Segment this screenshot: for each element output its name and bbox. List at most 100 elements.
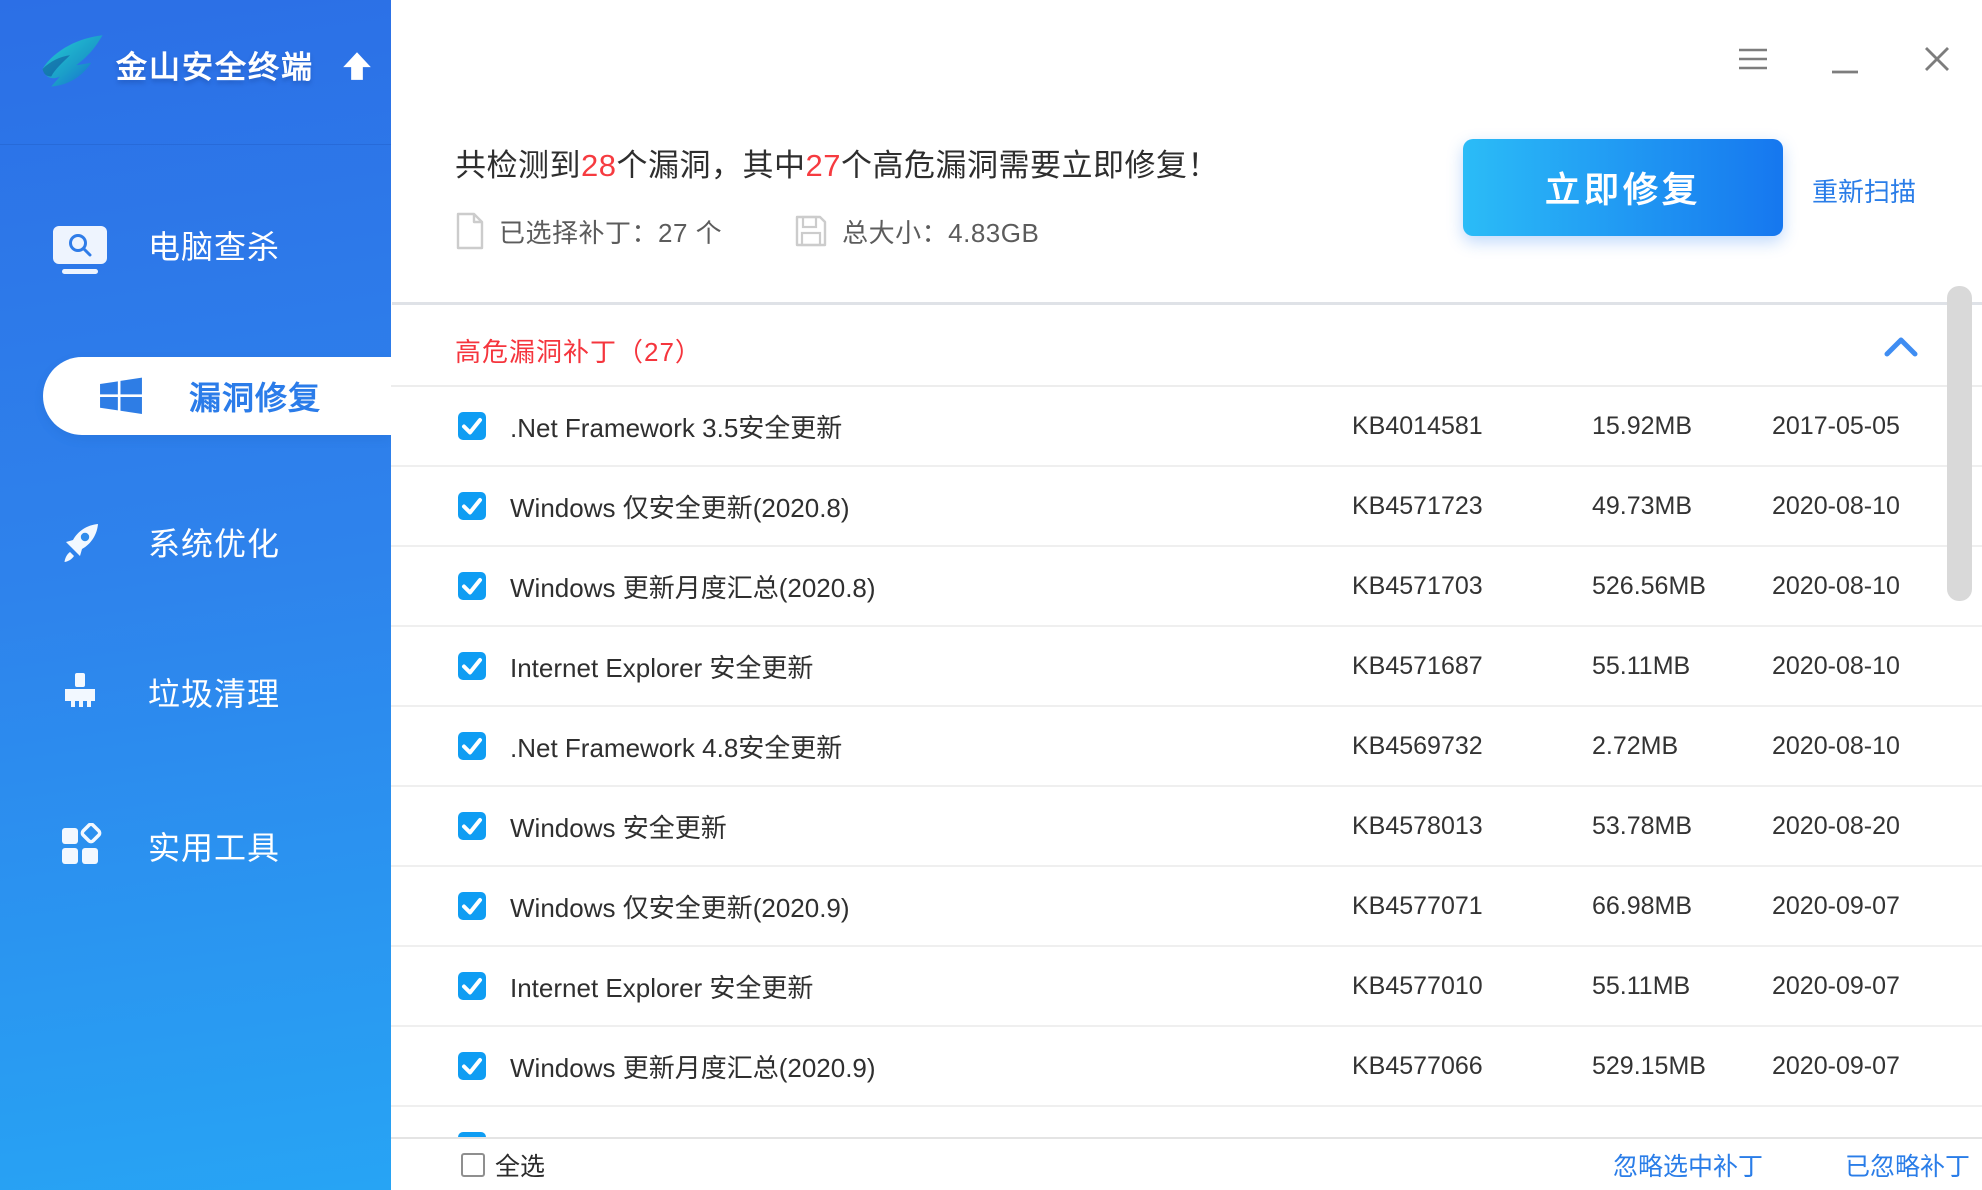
rescan-link[interactable]: 重新扫描 bbox=[1812, 172, 1916, 209]
patch-kb: KB4577066 bbox=[1352, 1052, 1592, 1081]
patch-kb: KB4577071 bbox=[1352, 892, 1592, 921]
window-controls bbox=[1738, 44, 1952, 74]
table-row: .Net Framework 3.5安全更新 KB4014581 15.92MB… bbox=[391, 387, 1982, 467]
sidebar-item-vulnerability-repair[interactable]: 漏洞修复 bbox=[43, 357, 391, 435]
selection-info-row: 已选择补丁：27 个 总大小：4.83GB bbox=[455, 212, 1039, 250]
patch-size: 529.15MB bbox=[1592, 1052, 1772, 1081]
ignored-patches-link[interactable]: 已忽略补丁 bbox=[1845, 1147, 1970, 1183]
patch-date: 2020-08-20 bbox=[1772, 812, 1912, 841]
table-row: Internet Explorer 安全更新 KB4577010 55.11MB… bbox=[391, 947, 1982, 1027]
patch-checkbox[interactable] bbox=[458, 652, 486, 680]
selected-patches-info: 已选择补丁：27 个 bbox=[455, 212, 722, 250]
patch-kb: KB4578013 bbox=[1352, 812, 1592, 841]
patch-name: Windows 安全更新 bbox=[486, 808, 1352, 845]
bird-logo-icon bbox=[30, 24, 110, 104]
table-row: Windows 更新月度汇总(2020.9) KB4577066 529.15M… bbox=[391, 1027, 1982, 1107]
sidebar-item-label: 系统优化 bbox=[148, 519, 280, 565]
patch-date: 2017-05-05 bbox=[1772, 412, 1912, 441]
patch-size: 55.11MB bbox=[1592, 972, 1772, 1001]
sidebar-item-utility-tools[interactable]: 实用工具 bbox=[0, 807, 391, 885]
main-panel: 共检测到28个漏洞，其中27个高危漏洞需要立即修复！ 已选择补丁：27 个 总大… bbox=[391, 0, 1982, 1190]
patch-kb: KB4571687 bbox=[1352, 652, 1592, 681]
patch-checkbox[interactable] bbox=[458, 972, 486, 1000]
rocket-icon bbox=[56, 518, 104, 566]
patch-date: 2020-09-07 bbox=[1772, 892, 1912, 921]
patch-date: 2020-08-10 bbox=[1772, 652, 1912, 681]
patch-name: Windows 更新月度汇总(2020.8) bbox=[486, 568, 1352, 605]
high-risk-section-title: 高危漏洞补丁（27） bbox=[455, 332, 702, 369]
patch-name: Windows 更新月度汇总(2020.9) bbox=[486, 1048, 1352, 1085]
app-logo: 金山安全终端 bbox=[30, 24, 374, 104]
sidebar-item-label: 漏洞修复 bbox=[189, 373, 321, 419]
sidebar: 金山安全终端 电脑查杀 bbox=[0, 0, 391, 1190]
patch-kb: KB4569732 bbox=[1352, 732, 1592, 761]
patch-date: 2020-08-10 bbox=[1772, 572, 1912, 601]
patch-name: .Net Framework 3.5安全更新 bbox=[486, 408, 1352, 445]
patch-checkbox[interactable] bbox=[458, 572, 486, 600]
patch-checkbox[interactable] bbox=[458, 892, 486, 920]
patch-checkbox[interactable] bbox=[458, 812, 486, 840]
patch-kb: KB4571703 bbox=[1352, 572, 1592, 601]
patch-name: Windows 仅安全更新(2020.8) bbox=[486, 488, 1352, 525]
patch-date: 2020-08-10 bbox=[1772, 492, 1912, 521]
sidebar-item-system-optimization[interactable]: 系统优化 bbox=[0, 503, 391, 581]
patch-name: Windows 仅安全更新(2020.9) bbox=[486, 888, 1352, 925]
app-window: 金山安全终端 电脑查杀 bbox=[0, 0, 1982, 1190]
patch-date: 2020-09-07 bbox=[1772, 972, 1912, 1001]
total-size-info: 总大小：4.83GB bbox=[794, 213, 1039, 250]
total-vulnerability-count: 28 bbox=[581, 148, 616, 183]
table-row: Windows 安全更新 KB4578013 53.78MB 2020-08-2… bbox=[391, 787, 1982, 867]
collapse-section-button[interactable] bbox=[1881, 330, 1921, 364]
sidebar-item-computer-scan[interactable]: 电脑查杀 bbox=[0, 206, 391, 284]
patch-checkbox[interactable] bbox=[458, 492, 486, 520]
patch-date: 2020-09-07 bbox=[1772, 1052, 1912, 1081]
document-icon bbox=[455, 212, 485, 250]
table-row: Internet Explorer 安全更新 KB4571687 55.11MB… bbox=[391, 627, 1982, 707]
table-row: .Net Framework 4.8安全更新 KB4569732 2.72MB … bbox=[391, 707, 1982, 787]
footer-bar: 全选 忽略选中补丁 已忽略补丁 bbox=[391, 1137, 1982, 1190]
windows-icon bbox=[96, 374, 146, 418]
high-risk-count: 27 bbox=[805, 148, 840, 183]
patch-size: 526.56MB bbox=[1592, 572, 1772, 601]
brush-icon bbox=[57, 669, 103, 715]
patch-size: 66.98MB bbox=[1592, 892, 1772, 921]
ignore-selected-link[interactable]: 忽略选中补丁 bbox=[1613, 1147, 1763, 1183]
close-icon[interactable] bbox=[1922, 44, 1952, 74]
computer-scan-icon bbox=[53, 226, 107, 264]
sidebar-item-garbage-cleanup[interactable]: 垃圾清理 bbox=[0, 653, 391, 731]
select-all-label: 全选 bbox=[495, 1147, 545, 1183]
patch-kb: KB4571723 bbox=[1352, 492, 1592, 521]
patch-size: 2.72MB bbox=[1592, 732, 1772, 761]
repair-now-button[interactable]: 立即修复 bbox=[1463, 139, 1783, 236]
patch-date: 2020-08-10 bbox=[1772, 732, 1912, 761]
scan-summary: 共检测到28个漏洞，其中27个高危漏洞需要立即修复！ bbox=[455, 140, 1219, 185]
patch-size: 53.78MB bbox=[1592, 812, 1772, 841]
patch-list: .Net Framework 3.5安全更新 KB4014581 15.92MB… bbox=[391, 385, 1982, 1137]
chevron-up-icon bbox=[1883, 335, 1919, 359]
scrollbar-thumb[interactable] bbox=[1947, 286, 1972, 601]
header-divider bbox=[392, 302, 1982, 305]
patch-kb: KB4577010 bbox=[1352, 972, 1592, 1001]
minimize-icon[interactable] bbox=[1830, 44, 1860, 74]
patch-kb: KB4014581 bbox=[1352, 412, 1592, 441]
patch-checkbox[interactable] bbox=[458, 732, 486, 760]
up-arrow-icon[interactable] bbox=[340, 49, 374, 83]
table-row: Windows 更新月度汇总(2020.8) KB4571703 526.56M… bbox=[391, 547, 1982, 627]
patch-size: 55.11MB bbox=[1592, 652, 1772, 681]
patch-name: Internet Explorer 安全更新 bbox=[486, 648, 1352, 685]
patch-checkbox[interactable] bbox=[458, 1052, 486, 1080]
floppy-disk-icon bbox=[794, 214, 828, 248]
patch-checkbox[interactable] bbox=[458, 412, 486, 440]
select-all-checkbox[interactable] bbox=[461, 1153, 485, 1177]
hamburger-menu-icon[interactable] bbox=[1738, 44, 1768, 74]
patch-size: 15.92MB bbox=[1592, 412, 1772, 441]
sidebar-divider bbox=[0, 144, 391, 145]
tools-grid-icon bbox=[57, 823, 103, 869]
table-row: Windows 仅安全更新(2020.9) KB4577071 66.98MB … bbox=[391, 867, 1982, 947]
table-row: Windows 仅安全更新(2020.8) KB4571723 49.73MB … bbox=[391, 467, 1982, 547]
app-title: 金山安全终端 bbox=[116, 42, 314, 87]
patch-name: .Net Framework 4.8安全更新 bbox=[486, 728, 1352, 765]
sidebar-item-label: 电脑查杀 bbox=[148, 222, 280, 268]
table-row-partial bbox=[391, 1107, 1982, 1137]
sidebar-item-label: 实用工具 bbox=[148, 823, 280, 869]
